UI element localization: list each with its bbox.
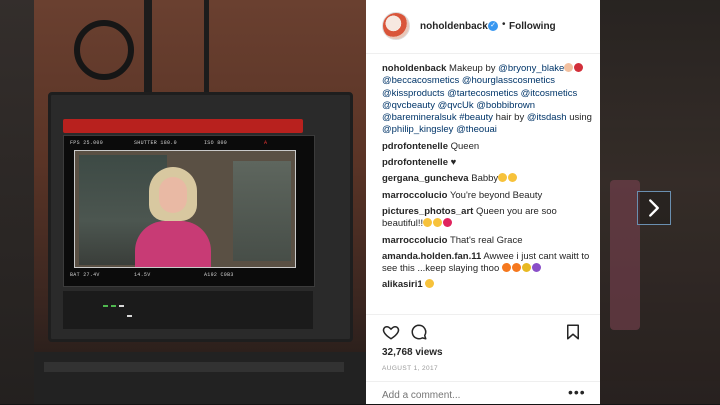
post-header: noholdenback ✓ • Following — [366, 0, 600, 54]
mention-link[interactable]: @qvcUk — [438, 100, 474, 111]
comment-username[interactable]: noholdenback — [382, 63, 446, 74]
comment-item: pdrofontenelle ♥ — [382, 157, 592, 169]
add-comment-input[interactable] — [382, 390, 562, 401]
comment-icon[interactable] — [410, 323, 428, 341]
comment-item: noholdenback Makeup by @bryony_blake @bec… — [382, 63, 592, 137]
view-count[interactable]: 32,768 views — [382, 347, 443, 358]
emoji-icon — [564, 63, 574, 72]
comment-item: gergana_guncheva Babby — [382, 173, 592, 185]
emoji-icon — [521, 263, 531, 273]
comments-list[interactable]: noholdenback Makeup by @bryony_blake @bec… — [382, 63, 592, 314]
comment-text: Makeup by — [449, 63, 499, 74]
mention-link[interactable]: @philip_kingsley — [382, 124, 453, 135]
comment-username[interactable]: gergana_guncheva — [382, 173, 469, 184]
mention-link[interactable]: @hourglasscosmetics — [462, 75, 555, 86]
following-button[interactable]: Following — [509, 21, 556, 32]
mention-link[interactable]: @theouai — [456, 124, 497, 135]
post-media-image[interactable]: FPS 25.000 SHUTTER 180.0 ISO 800 A BAT 2… — [34, 0, 366, 404]
emoji-icon — [501, 263, 511, 273]
mention-link[interactable]: @itcosmetics — [521, 88, 578, 99]
comment-text: using — [566, 112, 592, 124]
comment-username[interactable]: pdrofontenelle — [382, 141, 448, 152]
comment-item: amanda.holden.fan.11 Awwee i just cant w… — [382, 251, 592, 276]
comment-text: That's real Grace — [449, 234, 523, 246]
mention-link[interactable]: @beccacosmetics — [382, 75, 459, 86]
post-username[interactable]: noholdenback — [420, 21, 488, 32]
comment-text: hair by — [493, 112, 527, 124]
emoji-icon — [508, 173, 518, 183]
comment-username[interactable]: amanda.holden.fan.11 — [382, 251, 481, 262]
emoji-icon — [425, 279, 435, 289]
post-date: AUGUST 1, 2017 — [382, 365, 439, 372]
post-actions: 32,768 views AUGUST 1, 2017 ••• — [366, 314, 600, 404]
comment-item: alikasiri1 — [382, 279, 592, 291]
verified-badge-icon: ✓ — [488, 21, 498, 31]
emoji-icon — [531, 263, 541, 273]
emoji-icon — [511, 263, 521, 273]
bookmark-icon[interactable] — [564, 323, 582, 341]
chevron-right-icon — [649, 199, 659, 217]
comment-text: You're beyond Beauty — [449, 189, 543, 201]
mention-link[interactable]: @tartecosmetics — [447, 88, 518, 99]
mention-link[interactable]: @baremineralsuk — [382, 112, 457, 123]
mention-link[interactable]: @qvcbeauty — [382, 100, 435, 111]
next-post-button[interactable] — [637, 191, 671, 225]
more-options-button[interactable]: ••• — [568, 384, 586, 400]
comment-username[interactable]: alikasiri1 — [382, 279, 423, 290]
comment-text: Babby — [471, 173, 499, 185]
post-side-panel: noholdenback ✓ • Following noholdenback … — [366, 0, 600, 404]
mention-link[interactable]: @bryony_blake — [498, 63, 564, 74]
header-separator: • — [502, 19, 506, 30]
comment-text: Queen — [450, 140, 480, 152]
add-comment-bar: ••• — [366, 381, 600, 405]
comment-username[interactable]: marroccolucio — [382, 190, 447, 201]
comment-text: ♥ — [450, 157, 457, 169]
emoji-icon — [433, 218, 443, 228]
comment-username[interactable]: pictures_photos_art — [382, 206, 473, 217]
comment-item: marroccolucio You're beyond Beauty — [382, 190, 592, 202]
heart-icon[interactable] — [382, 323, 400, 341]
comment-item: pdrofontenelle Queen — [382, 141, 592, 153]
mention-link[interactable]: #beauty — [459, 112, 493, 123]
mention-link[interactable]: @itsdash — [527, 112, 567, 123]
background-feed-left — [0, 0, 34, 404]
comment-item: pictures_photos_art Queen you are soo be… — [382, 206, 592, 231]
comment-username[interactable]: pdrofontenelle — [382, 157, 448, 168]
emoji-icon — [423, 218, 433, 228]
comment-item: marroccolucio That's real Grace — [382, 235, 592, 247]
mention-link[interactable]: @bobbibrown — [476, 100, 535, 111]
comment-username[interactable]: marroccolucio — [382, 235, 447, 246]
mention-link[interactable]: @kissproducts — [382, 88, 444, 99]
emoji-icon — [498, 173, 508, 183]
emoji-icon — [574, 63, 584, 72]
emoji-icon — [443, 218, 453, 228]
avatar[interactable] — [382, 12, 410, 40]
